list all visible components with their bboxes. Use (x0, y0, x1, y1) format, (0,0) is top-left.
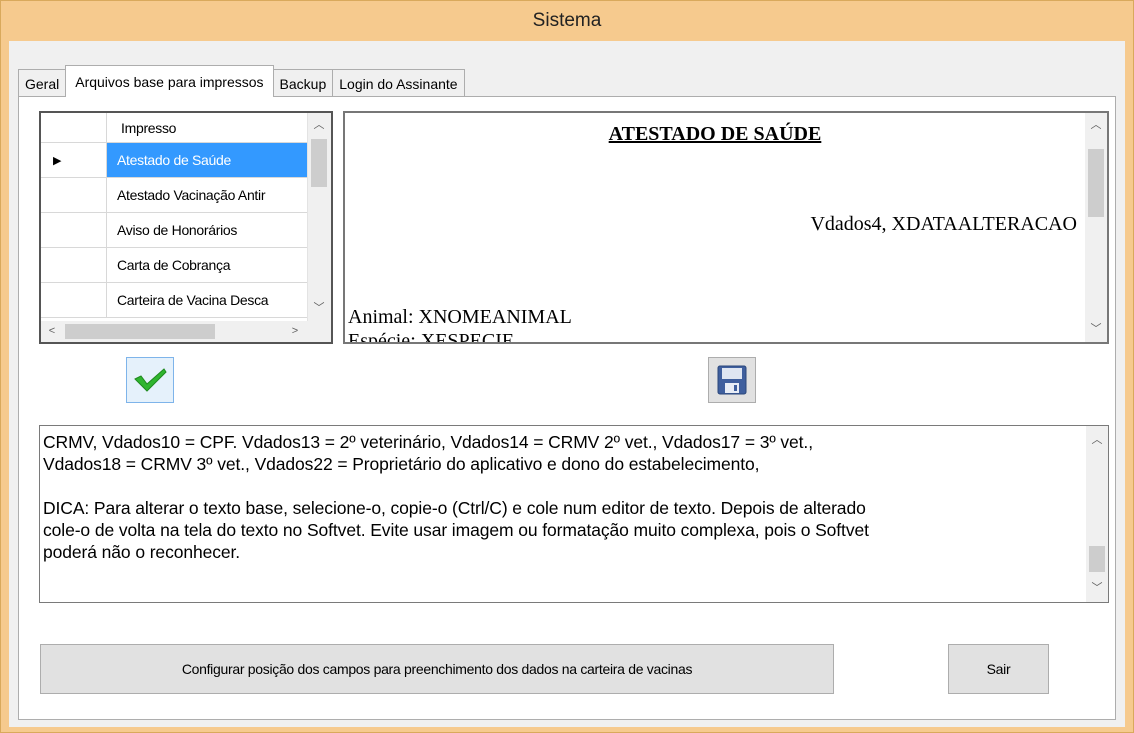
exit-button[interactable]: Sair (948, 644, 1049, 694)
table-row[interactable]: Atestado Vacinação Antir (41, 178, 309, 213)
preview-vertical-scrollbar[interactable]: ︿ ﹀ (1085, 113, 1107, 342)
grid-cell-impresso[interactable]: Carteira de Vacina Desca (107, 283, 309, 317)
grid-cell-impresso[interactable]: Carta de Cobrança (107, 248, 309, 282)
grid-cell-impresso[interactable]: Atestado de Saúde (107, 143, 309, 177)
scroll-down-arrow-icon[interactable]: ﹀ (309, 298, 329, 318)
notes-vertical-scrollbar[interactable]: ︿ ﹀ (1086, 426, 1108, 602)
document-species-line: Espécie: XESPECIE (348, 330, 515, 344)
scroll-thumb[interactable] (1089, 546, 1105, 572)
document-date-line: Vdados4, XDATAALTERACAO (810, 213, 1077, 235)
scroll-down-arrow-icon[interactable]: ﹀ (1086, 319, 1106, 339)
table-row[interactable]: Aviso de Honorários (41, 213, 309, 248)
scroll-down-arrow-icon[interactable]: ﹀ (1087, 578, 1107, 598)
apply-button[interactable] (126, 357, 174, 403)
document-title: ATESTADO DE SAÚDE (608, 123, 822, 145)
grid-header-row: Impresso (41, 113, 309, 143)
floppy-disk-icon (717, 365, 747, 395)
document-animal-line: Animal: XNOMEANIMAL (348, 306, 572, 328)
scroll-up-arrow-icon[interactable]: ︿ (1087, 430, 1107, 450)
tab-geral[interactable]: Geral (18, 69, 67, 97)
table-row[interactable]: Carteira de Vacina Desca (41, 283, 309, 318)
scroll-thumb[interactable] (311, 139, 327, 187)
scroll-right-arrow-icon[interactable]: > (285, 321, 305, 341)
grid-vertical-scrollbar[interactable]: ︿ ﹀ (307, 113, 331, 321)
tab-backup[interactable]: Backup (272, 69, 334, 97)
grid-column-header-impresso[interactable]: Impresso (107, 113, 309, 142)
table-row[interactable]: ▶ Atestado de Saúde (41, 143, 309, 178)
scroll-up-arrow-icon[interactable]: ︿ (1086, 115, 1106, 135)
scroll-thumb[interactable] (1088, 149, 1104, 217)
checkmark-icon (134, 368, 167, 392)
window-title: Sistema (532, 10, 602, 31)
document-preview[interactable]: ATESTADO DE SAÚDE Vdados4, XDATAALTERACA… (343, 111, 1109, 344)
current-row-marker-icon: ▶ (41, 143, 107, 177)
grid-horizontal-scrollbar[interactable]: < > (41, 321, 307, 342)
save-button[interactable] (708, 357, 756, 403)
scroll-left-arrow-icon[interactable]: < (42, 321, 62, 341)
scroll-thumb[interactable] (65, 324, 215, 339)
grid-cell-impresso[interactable]: Atestado Vacinação Antir (107, 178, 309, 212)
notes-text: CRMV, Vdados10 = CPF. Vdados13 = 2º vete… (43, 432, 869, 562)
table-row[interactable]: Carta de Cobrança (41, 248, 309, 283)
tab-strip: Geral Arquivos base para impressos Backu… (18, 65, 465, 97)
scroll-up-arrow-icon[interactable]: ︿ (309, 115, 329, 135)
notes-textbox[interactable]: CRMV, Vdados10 = CPF. Vdados13 = 2º vete… (39, 425, 1109, 603)
tab-arquivos-base[interactable]: Arquivos base para impressos (65, 65, 274, 97)
configure-vaccine-card-fields-button[interactable]: Configurar posição dos campos para preen… (40, 644, 834, 694)
impressos-grid[interactable]: Impresso ▶ Atestado de Saúde Atestado Va… (39, 111, 333, 344)
grid-cell-impresso[interactable]: Aviso de Honorários (107, 213, 309, 247)
tab-login-assinante[interactable]: Login do Assinante (332, 69, 465, 97)
